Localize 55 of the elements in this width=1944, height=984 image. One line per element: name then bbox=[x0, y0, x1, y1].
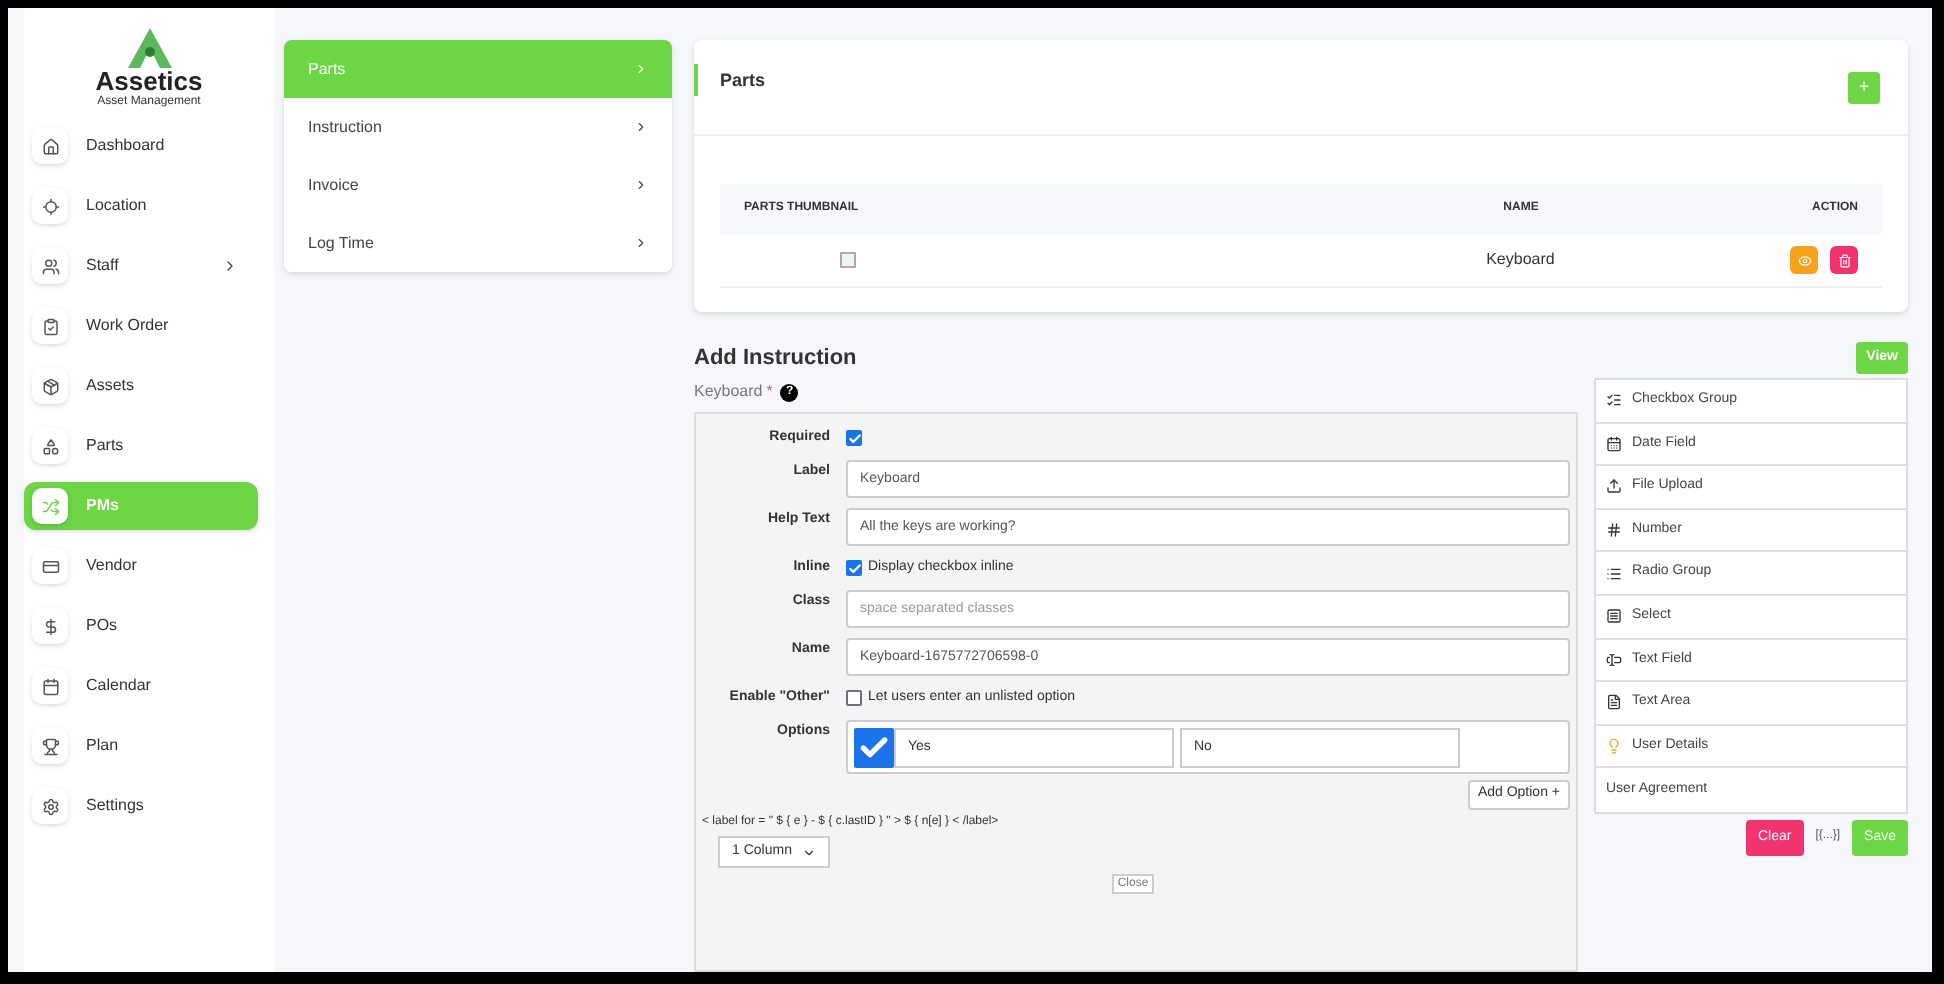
sidebar-label: Plan bbox=[86, 734, 121, 758]
settings-icon bbox=[41, 797, 59, 815]
section-title: Add Instruction bbox=[694, 343, 857, 373]
brand-name: Assetics bbox=[95, 68, 203, 96]
crossed-arrows-icon bbox=[41, 497, 59, 515]
users-icon bbox=[41, 257, 59, 275]
shapes-icon bbox=[41, 437, 59, 455]
checklist-icon bbox=[1606, 392, 1622, 409]
sidebar-label: Assets bbox=[86, 374, 137, 398]
chevron-icon bbox=[634, 236, 648, 250]
table-cell: Keyboard bbox=[1486, 248, 1555, 272]
text-area-icon bbox=[1606, 694, 1622, 711]
target-icon bbox=[41, 197, 59, 215]
sidebar-label: Parts bbox=[86, 434, 126, 458]
logo-icon bbox=[127, 28, 171, 68]
eye-icon bbox=[1797, 253, 1811, 267]
chevron-icon bbox=[634, 62, 648, 76]
dollar-icon bbox=[41, 617, 59, 635]
calendar-icon bbox=[41, 677, 59, 695]
submenu-item[interactable]: Invoice bbox=[284, 156, 672, 214]
text-field-icon bbox=[1606, 651, 1622, 668]
caret-icon bbox=[802, 845, 816, 859]
card-title: Parts bbox=[694, 64, 766, 96]
sidebar-label: POs bbox=[86, 614, 120, 638]
chevron-icon bbox=[634, 120, 648, 134]
list-icon bbox=[1606, 565, 1622, 582]
sidebar-label: Location bbox=[86, 194, 149, 218]
sidebar-label: Vendor bbox=[86, 554, 139, 578]
card-icon bbox=[41, 557, 59, 575]
submenu-item[interactable]: Log Time bbox=[284, 214, 672, 272]
broken-image-icon bbox=[840, 252, 856, 268]
delete-button[interactable] bbox=[1830, 246, 1858, 274]
sidebar-label: Settings bbox=[86, 794, 146, 818]
home-icon bbox=[41, 137, 59, 155]
sidebar-label: Work Order bbox=[86, 314, 171, 338]
hash-icon bbox=[1606, 522, 1622, 539]
submenu-item[interactable]: Instruction bbox=[284, 98, 672, 156]
select-icon bbox=[1606, 608, 1622, 625]
checkbox[interactable] bbox=[846, 690, 862, 706]
trash-icon bbox=[1837, 253, 1851, 267]
upload-icon bbox=[1606, 478, 1622, 495]
chevron-icon bbox=[634, 178, 648, 192]
lightbulb-icon bbox=[1606, 738, 1622, 755]
required-mark: * bbox=[766, 380, 773, 404]
checkbox[interactable] bbox=[854, 727, 894, 767]
field-title: Keyboard bbox=[694, 380, 763, 404]
calendar-icon bbox=[1606, 435, 1622, 452]
trophy-icon bbox=[41, 737, 59, 755]
sidebar-label: PMs bbox=[86, 494, 121, 518]
chevron-icon bbox=[222, 258, 238, 274]
sidebar-label: Dashboard bbox=[86, 134, 167, 158]
sidebar-label: Calendar bbox=[86, 674, 153, 698]
box-icon bbox=[41, 377, 59, 395]
sidebar-label: Staff bbox=[86, 254, 121, 278]
clipboard-check-icon bbox=[41, 317, 59, 335]
